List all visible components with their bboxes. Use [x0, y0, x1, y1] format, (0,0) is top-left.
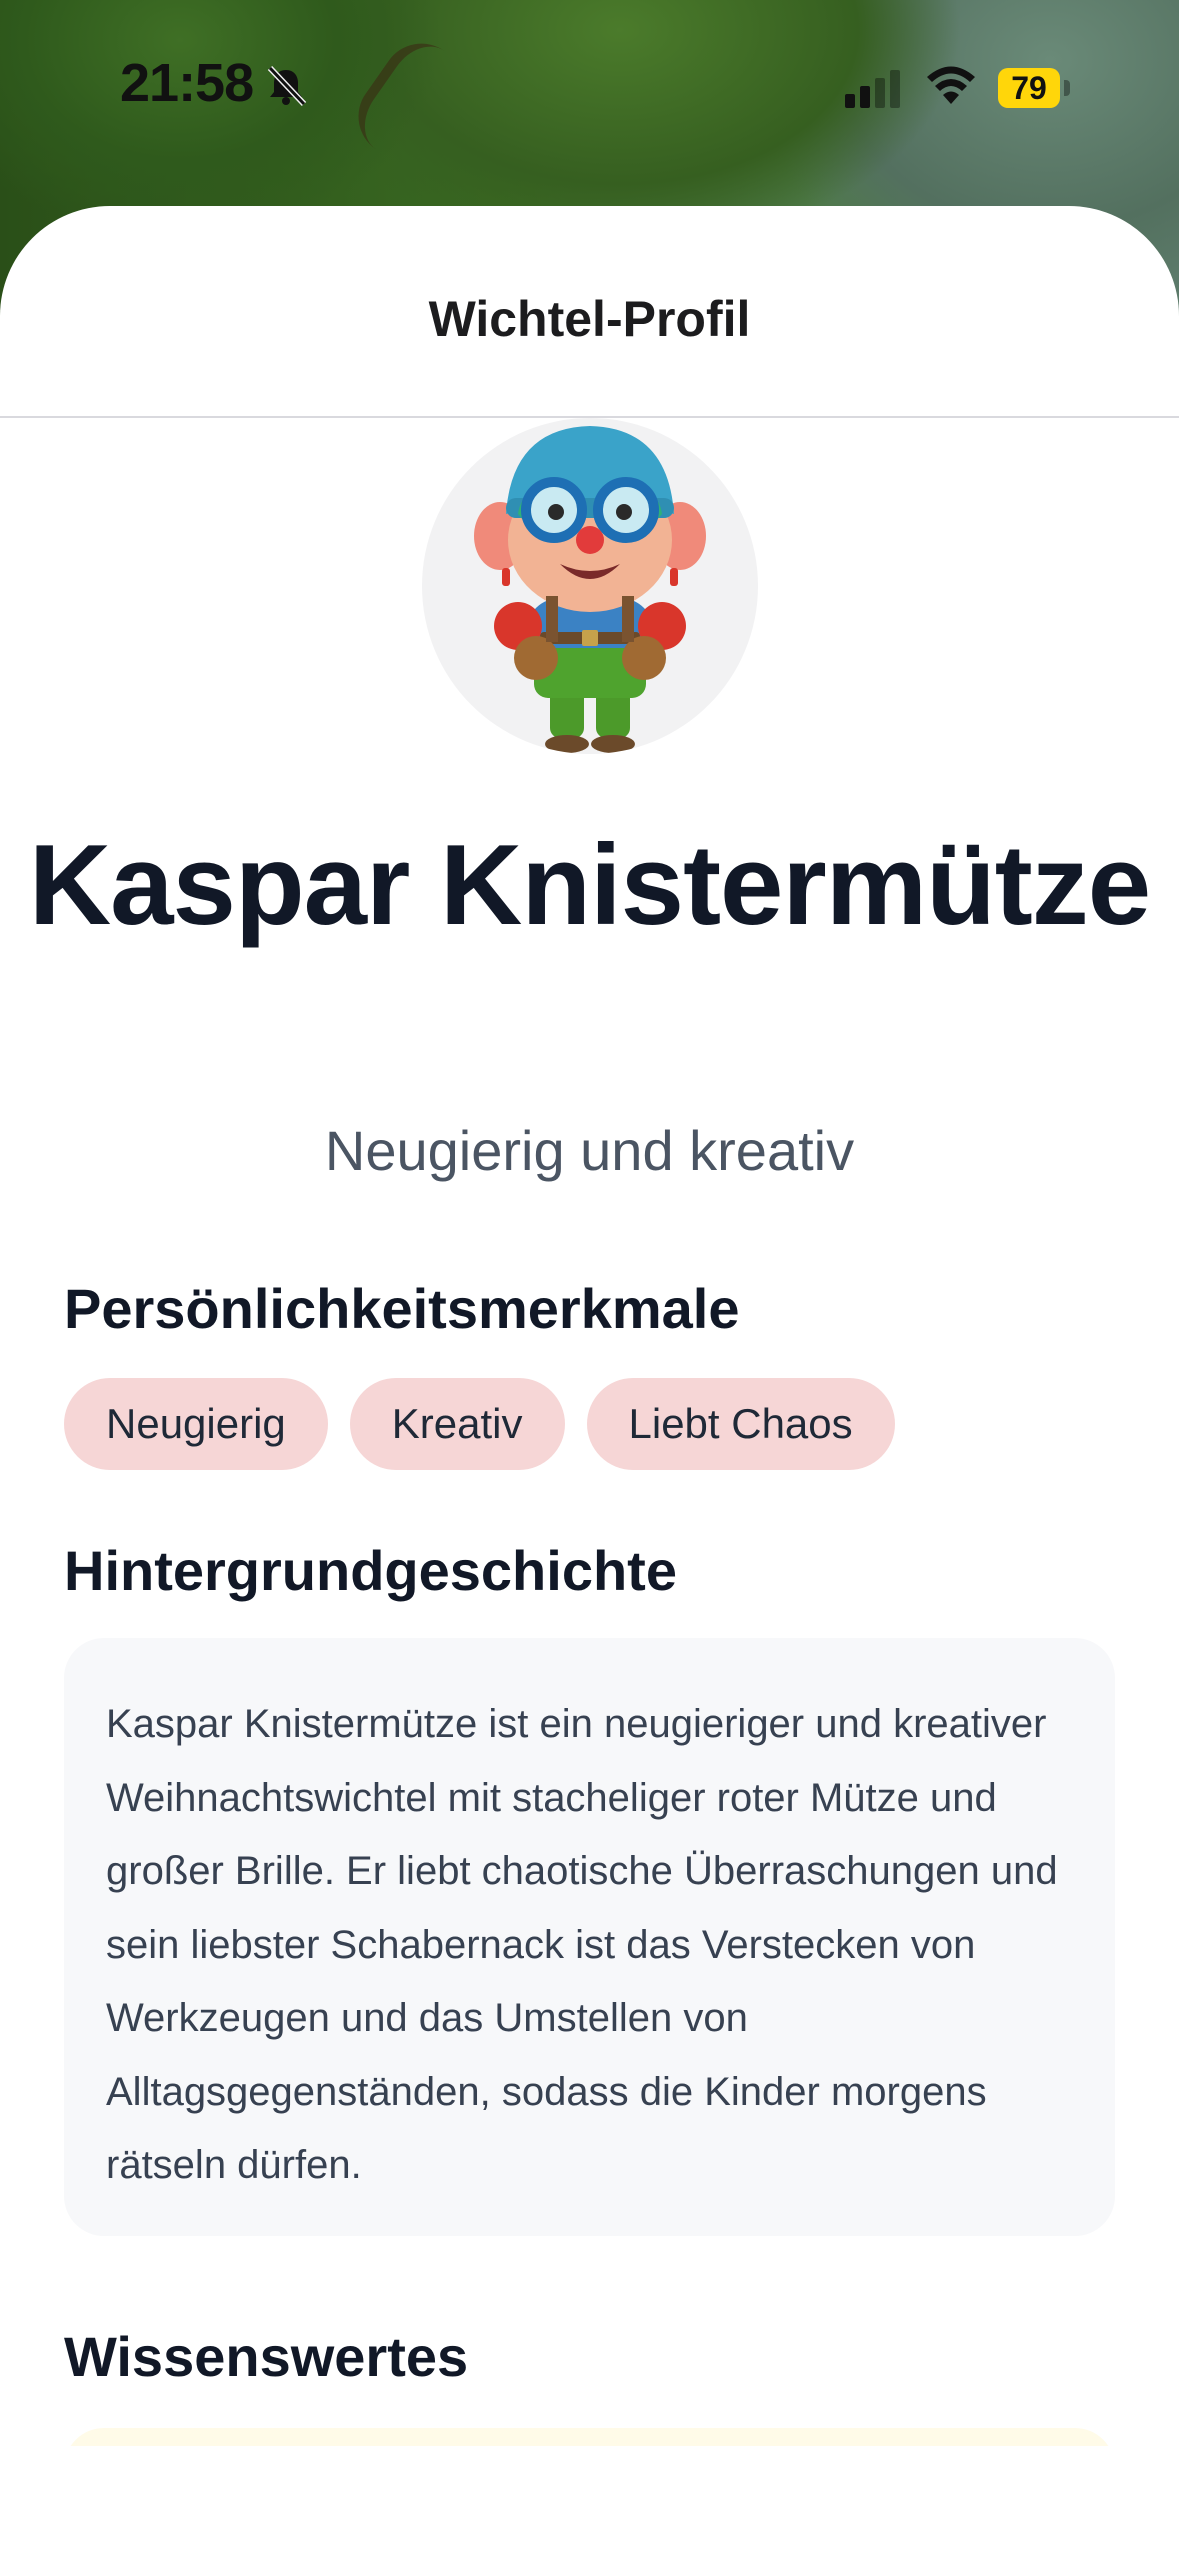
- trait-chip: Kreativ: [349, 1378, 565, 1470]
- traits-heading: Persönlichkeitsmerkmale: [64, 1277, 740, 1340]
- bell-off-icon: [267, 65, 307, 107]
- backstory-heading: Hintergrundgeschichte: [64, 1539, 677, 1602]
- trait-chip: Neugierig: [64, 1378, 328, 1470]
- elf-tagline: Neugierig und kreativ: [324, 1119, 855, 1182]
- status-bar: 21:58 79: [0, 0, 1179, 180]
- elf-illustration: [474, 426, 706, 753]
- wifi-icon: [927, 66, 975, 104]
- battery-indicator: 79: [998, 68, 1060, 108]
- elf-name: Kaspar Knistermütze: [28, 822, 1151, 949]
- cellular-signal-icon: [845, 70, 900, 108]
- bottom-cutoff: [0, 2446, 1179, 2556]
- status-time: 21:58: [120, 53, 254, 113]
- battery-cap: [1064, 80, 1070, 96]
- sheet-header: Wichtel-Profil: [0, 206, 1179, 418]
- trait-chips: Neugierig Kreativ Liebt Chaos: [64, 1378, 895, 1470]
- screen: 21:58 79 Wichtel-Profil Kaspar Knistermü…: [0, 0, 1179, 2556]
- trait-chip: Liebt Chaos: [586, 1378, 895, 1470]
- backstory-text: Kaspar Knistermütze ist ein neugieriger …: [64, 1638, 1115, 2236]
- elf-avatar-image: [422, 418, 758, 754]
- facts-heading: Wissenswertes: [64, 2325, 469, 2388]
- page-title: Wichtel-Profil: [428, 291, 751, 347]
